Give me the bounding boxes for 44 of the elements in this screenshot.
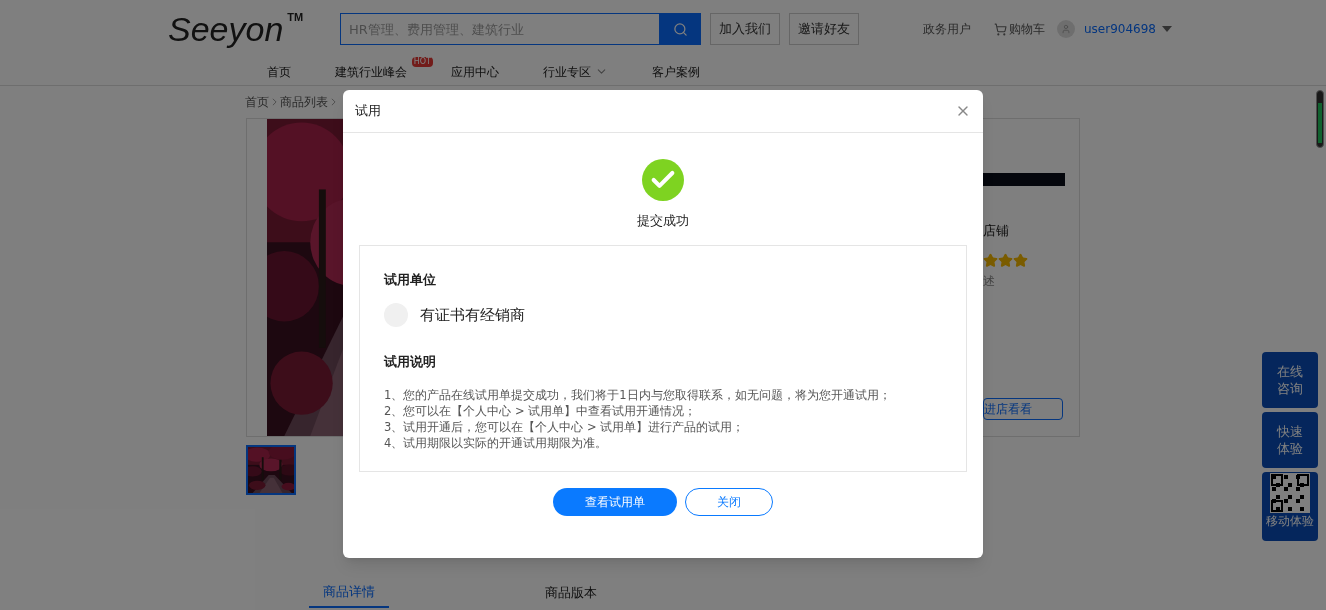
section-heading: 试用单位 <box>384 270 437 289</box>
status-text: 提交成功 <box>637 212 689 230</box>
user-icon <box>1061 24 1071 34</box>
nav-item[interactable]: 应用中心 <box>451 62 499 81</box>
avatar[interactable] <box>1057 20 1075 38</box>
scrollbar[interactable] <box>1316 90 1324 148</box>
note-text: 1、您的产品在线试用单提交成功，我们将于1日内与您取得联系，如无问题，将为您开通试用； <box>384 386 892 403</box>
search-icon <box>673 21 688 37</box>
float-button[interactable]: 快速体验 <box>1262 412 1318 468</box>
tab[interactable]: 商品详情 <box>309 578 389 608</box>
qr-code-icon <box>1270 473 1310 513</box>
rating-label: 述 <box>983 272 996 290</box>
username-link[interactable]: user904698 <box>1084 20 1156 38</box>
breadcrumb-link[interactable]: 商品列表 <box>280 93 328 111</box>
nav-item[interactable]: 建筑行业峰会 <box>335 62 407 81</box>
note-text: 4、试用期限以实际的开通试用期限为准。 <box>384 434 609 451</box>
header-button[interactable]: 加入我们 <box>710 13 780 45</box>
star-icon <box>1013 252 1028 268</box>
star-icon <box>998 252 1013 268</box>
chevron-right-icon <box>331 98 336 106</box>
nav-link[interactable]: 购物车 <box>1009 20 1045 38</box>
header-button[interactable]: 邀请好友 <box>789 13 859 45</box>
mobile-experience-button[interactable]: 移动体验 <box>1262 472 1318 541</box>
shop-label: 店铺 <box>983 222 1010 240</box>
note-text: 2、您可以在【个人中心 > 试用单】中查看试用开通情况； <box>384 402 698 419</box>
nav-item[interactable]: 首页 <box>267 62 291 81</box>
note-text: 3、试用开通后，您可以在【个人中心 > 试用单】进行产品的试用； <box>384 418 746 435</box>
star-icon <box>983 252 998 268</box>
chevron-right-icon <box>272 98 277 106</box>
dialog-title: 试用 <box>355 102 381 121</box>
cart-icon <box>994 22 1007 36</box>
float-button[interactable]: 在线咨询 <box>1262 352 1318 408</box>
company-name: 有证书有经销商 <box>420 304 525 326</box>
search-button[interactable] <box>660 13 701 45</box>
breadcrumb-link[interactable]: 首页 <box>245 93 269 111</box>
nav-link[interactable]: 政务用户 <box>923 20 971 38</box>
nav-item[interactable]: 客户案例 <box>652 62 700 81</box>
tab[interactable]: 商品版本 <box>531 578 611 608</box>
view-trial-button[interactable]: 查看试用单 <box>553 487 677 516</box>
caret-icon[interactable] <box>1162 26 1172 32</box>
nav-item[interactable]: 行业专区 <box>543 62 591 81</box>
hot-badge: HOT <box>411 56 433 67</box>
section-heading: 试用说明 <box>384 353 437 371</box>
success-icon <box>642 159 684 201</box>
